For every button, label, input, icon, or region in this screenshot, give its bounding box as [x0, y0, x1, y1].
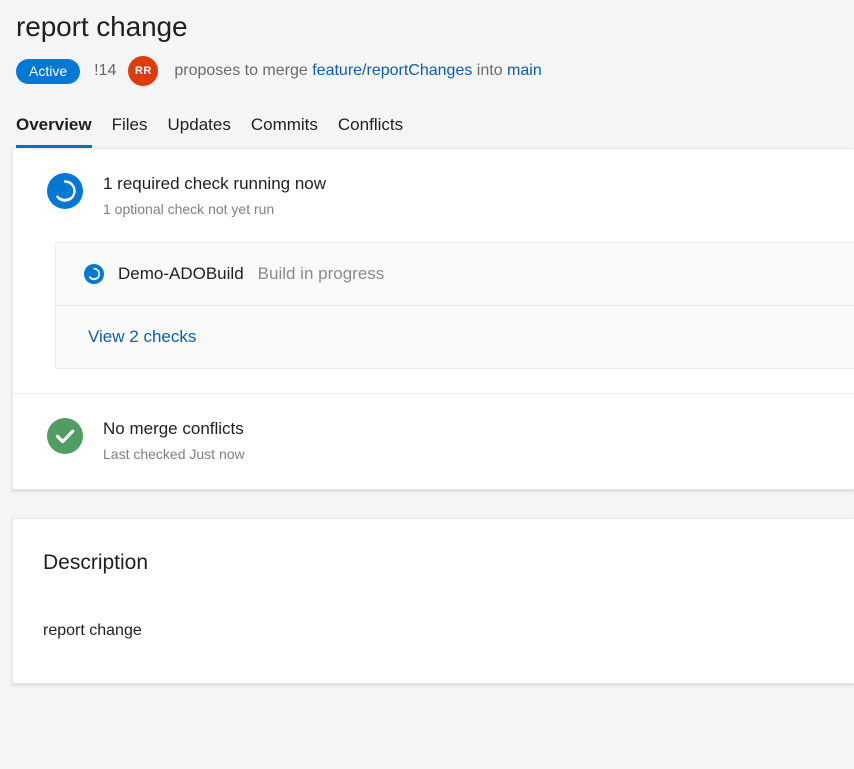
tab-conflicts[interactable]: Conflicts: [328, 114, 413, 148]
tab-overview[interactable]: Overview: [16, 114, 102, 148]
spinner-running-icon: [47, 173, 83, 209]
tab-bar: Overview Files Updates Commits Conflicts: [0, 86, 854, 148]
checks-section: 1 required check running now 1 optional …: [13, 149, 854, 393]
spinner-running-icon: [84, 264, 104, 284]
check-item-row[interactable]: Demo-ADOBuild Build in progress: [56, 243, 854, 305]
tab-updates[interactable]: Updates: [158, 114, 241, 148]
description-body: report change: [13, 577, 854, 683]
target-branch-link[interactable]: main: [507, 62, 542, 79]
status-badge: Active: [16, 59, 80, 84]
conflicts-summary-text: No merge conflicts Last checked Just now: [103, 416, 245, 465]
checks-secondary-text: 1 optional check not yet run: [103, 198, 326, 220]
avatar[interactable]: RR: [128, 56, 158, 86]
view-checks-row: View 2 checks: [56, 306, 854, 368]
merge-prefix-label: proposes to merge: [174, 62, 307, 79]
merge-joiner-label: into: [477, 62, 503, 79]
tab-commits[interactable]: Commits: [241, 114, 328, 148]
tab-files[interactable]: Files: [102, 114, 158, 148]
conflicts-summary-row: No merge conflicts Last checked Just now: [13, 416, 854, 465]
check-circle-success-icon: [47, 418, 83, 454]
checks-summary-text: 1 required check running now 1 optional …: [103, 171, 326, 220]
page-title: report change: [0, 8, 854, 46]
pull-request-header: report change Active !14 RR proposes to …: [0, 0, 854, 148]
check-state-label: Build in progress: [258, 263, 385, 285]
conflicts-primary-text: No merge conflicts: [103, 417, 245, 441]
conflicts-section: No merge conflicts Last checked Just now: [13, 394, 854, 489]
view-checks-link[interactable]: View 2 checks: [88, 326, 196, 348]
source-branch-link[interactable]: feature/reportChanges: [312, 62, 472, 79]
check-name-label: Demo-ADOBuild: [118, 263, 244, 285]
checks-panel: Demo-ADOBuild Build in progress View 2 c…: [55, 242, 854, 369]
description-card: Description report change: [12, 518, 854, 684]
pull-request-summary-line: Active !14 RR proposes to merge feature/…: [0, 46, 854, 86]
pull-request-id: !14: [94, 61, 116, 81]
checks-summary-row: 1 required check running now 1 optional …: [13, 171, 854, 220]
card-spacer: [0, 490, 854, 518]
checks-primary-text: 1 required check running now: [103, 172, 326, 196]
merge-description: proposes to merge feature/reportChanges …: [174, 61, 541, 81]
description-heading: Description: [13, 549, 854, 577]
conflicts-secondary-text: Last checked Just now: [103, 443, 245, 465]
pull-request-status-card: 1 required check running now 1 optional …: [12, 148, 854, 490]
